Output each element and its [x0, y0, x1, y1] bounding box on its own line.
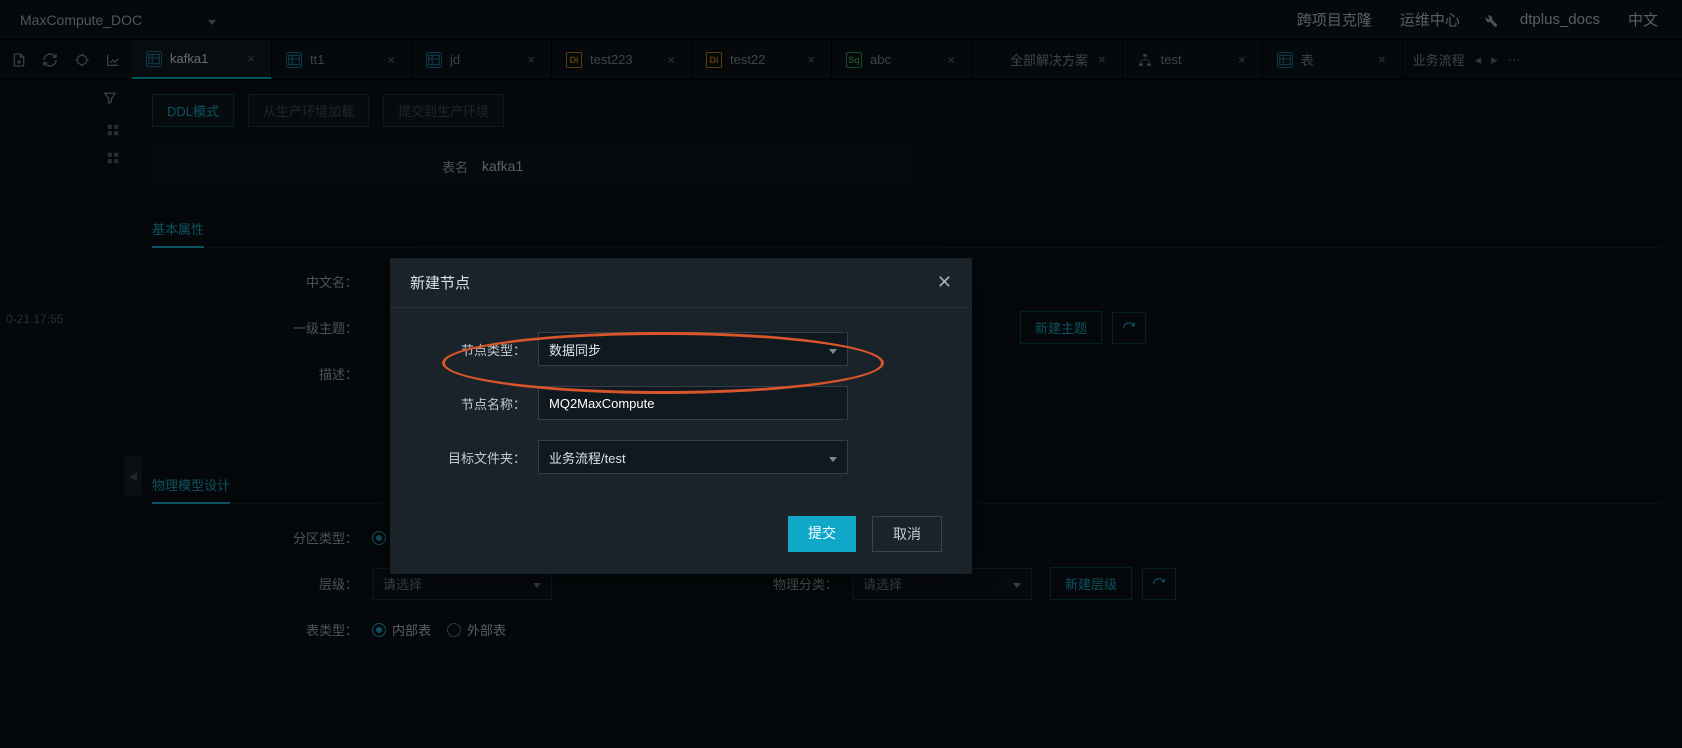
label-nodetype: 节点类型： — [420, 340, 538, 359]
input-nodename[interactable]: MQ2MaxCompute — [538, 386, 848, 420]
modal-new-node: 新建节点 ✕ 节点类型： 数据同步 节点名称： MQ2MaxCompute 目标… — [390, 258, 972, 574]
label-folder: 目标文件夹： — [420, 448, 538, 467]
modal-title: 新建节点 — [410, 272, 470, 293]
cancel-button[interactable]: 取消 — [872, 516, 942, 552]
close-icon[interactable]: ✕ — [937, 272, 952, 293]
submit-button[interactable]: 提交 — [788, 516, 856, 552]
input-nodename-value: MQ2MaxCompute — [549, 396, 654, 411]
select-folder-value: 业务流程/test — [549, 448, 626, 467]
chevron-down-icon — [829, 450, 837, 465]
select-nodetype[interactable]: 数据同步 — [538, 332, 848, 366]
chevron-down-icon — [829, 342, 837, 357]
select-nodetype-value: 数据同步 — [549, 340, 601, 359]
select-folder[interactable]: 业务流程/test — [538, 440, 848, 474]
label-nodename: 节点名称： — [420, 394, 538, 413]
